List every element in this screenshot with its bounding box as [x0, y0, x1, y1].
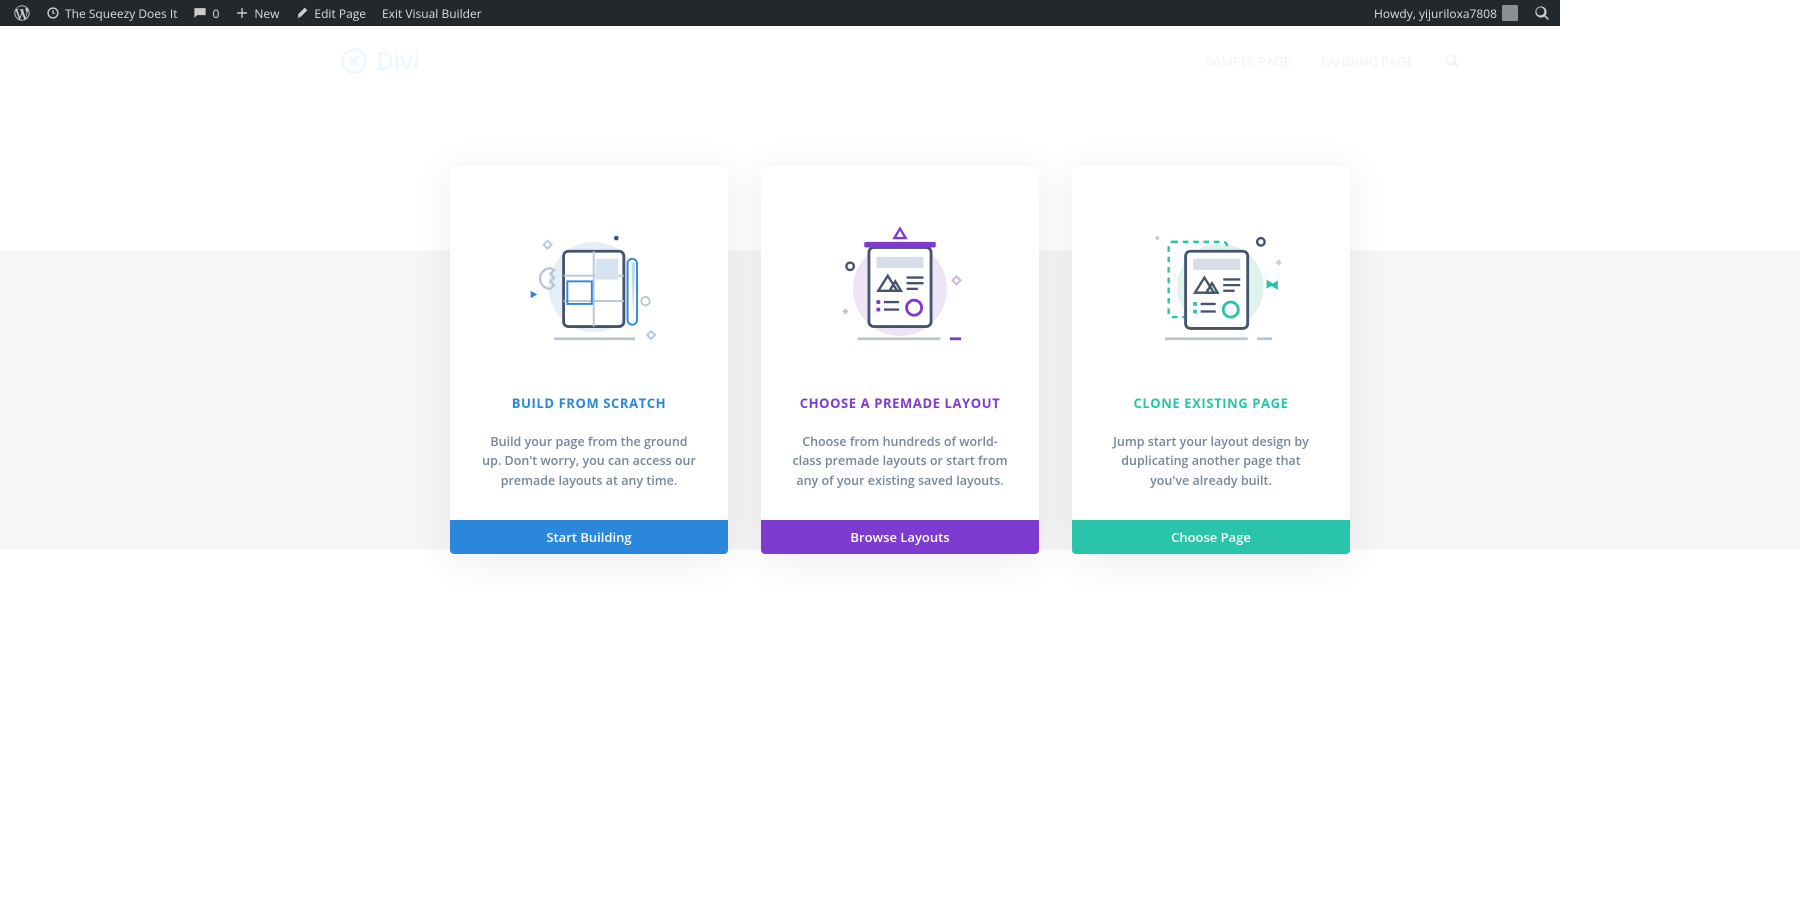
- card-clone-page: CLONE EXISTING PAGE Jump start your layo…: [1072, 166, 1350, 554]
- avatar-icon: [1502, 5, 1518, 21]
- card-title: CLONE EXISTING PAGE: [1133, 394, 1288, 412]
- card-description: Jump start your layout design by duplica…: [1102, 432, 1320, 490]
- card-build-from-scratch: BUILD FROM SCRATCH Build your page from …: [450, 166, 728, 554]
- pencil-icon: [295, 6, 309, 20]
- account-menu[interactable]: Howdy, yijuriloxa7808: [1366, 0, 1526, 26]
- card-body: CLONE EXISTING PAGE Jump start your layo…: [1072, 166, 1350, 520]
- choose-page-button[interactable]: Choose Page: [1072, 520, 1350, 554]
- new-label: New: [254, 5, 279, 22]
- nav-link-sample: SAMPLE PAGE: [1206, 52, 1291, 70]
- search-menu[interactable]: [1526, 0, 1554, 26]
- wordpress-icon: [14, 5, 30, 21]
- wp-logo-menu[interactable]: [6, 0, 38, 26]
- nav-link-landing: LANDING PAGE: [1321, 52, 1414, 70]
- comments-count: 0: [212, 5, 219, 22]
- card-title: BUILD FROM SCRATCH: [512, 394, 666, 412]
- edit-page-label: Edit Page: [314, 5, 366, 22]
- start-building-button[interactable]: Start Building: [450, 520, 728, 554]
- nav-search-icon: [1444, 53, 1460, 69]
- layout-chooser-modal: BUILD FROM SCRATCH Build your page from …: [450, 166, 1350, 554]
- card-description: Build your page from the ground up. Don'…: [480, 432, 698, 490]
- greeting-label: Howdy, yijuriloxa7808: [1374, 5, 1497, 22]
- card-body: BUILD FROM SCRATCH Build your page from …: [450, 166, 728, 520]
- card-premade-layout: CHOOSE A PREMADE LAYOUT Choose from hund…: [761, 166, 1039, 554]
- premade-layout-illustration: [820, 222, 980, 352]
- site-name-label: The Squeezy Does It: [65, 5, 177, 22]
- edit-page-link[interactable]: Edit Page: [287, 0, 374, 26]
- site-logo-text: Divi: [376, 45, 420, 78]
- card-body: CHOOSE A PREMADE LAYOUT Choose from hund…: [761, 166, 1039, 520]
- new-content-menu[interactable]: New: [227, 0, 287, 26]
- site-menu[interactable]: The Squeezy Does It: [38, 0, 185, 26]
- site-logo: Divi: [340, 45, 420, 78]
- admin-bar-left: The Squeezy Does It 0 New Edit Page Exit…: [6, 0, 490, 26]
- card-title: CHOOSE A PREMADE LAYOUT: [800, 394, 1001, 412]
- background-header: Divi SAMPLE PAGE LANDING PAGE: [0, 26, 1800, 96]
- plus-icon: [235, 6, 249, 20]
- browse-layouts-button[interactable]: Browse Layouts: [761, 520, 1039, 554]
- exit-builder-link[interactable]: Exit Visual Builder: [374, 0, 490, 26]
- wp-admin-bar: The Squeezy Does It 0 New Edit Page Exit…: [0, 0, 1560, 26]
- search-icon: [1534, 5, 1550, 21]
- card-description: Choose from hundreds of world-class prem…: [791, 432, 1009, 490]
- background-nav: SAMPLE PAGE LANDING PAGE: [1206, 52, 1460, 70]
- clone-page-illustration: [1131, 222, 1291, 352]
- build-scratch-illustration: [509, 222, 669, 352]
- comment-icon: [193, 6, 207, 20]
- comments-menu[interactable]: 0: [185, 0, 227, 26]
- exit-builder-label: Exit Visual Builder: [382, 5, 482, 22]
- admin-bar-right: Howdy, yijuriloxa7808: [1366, 0, 1554, 26]
- dashboard-icon: [46, 6, 60, 20]
